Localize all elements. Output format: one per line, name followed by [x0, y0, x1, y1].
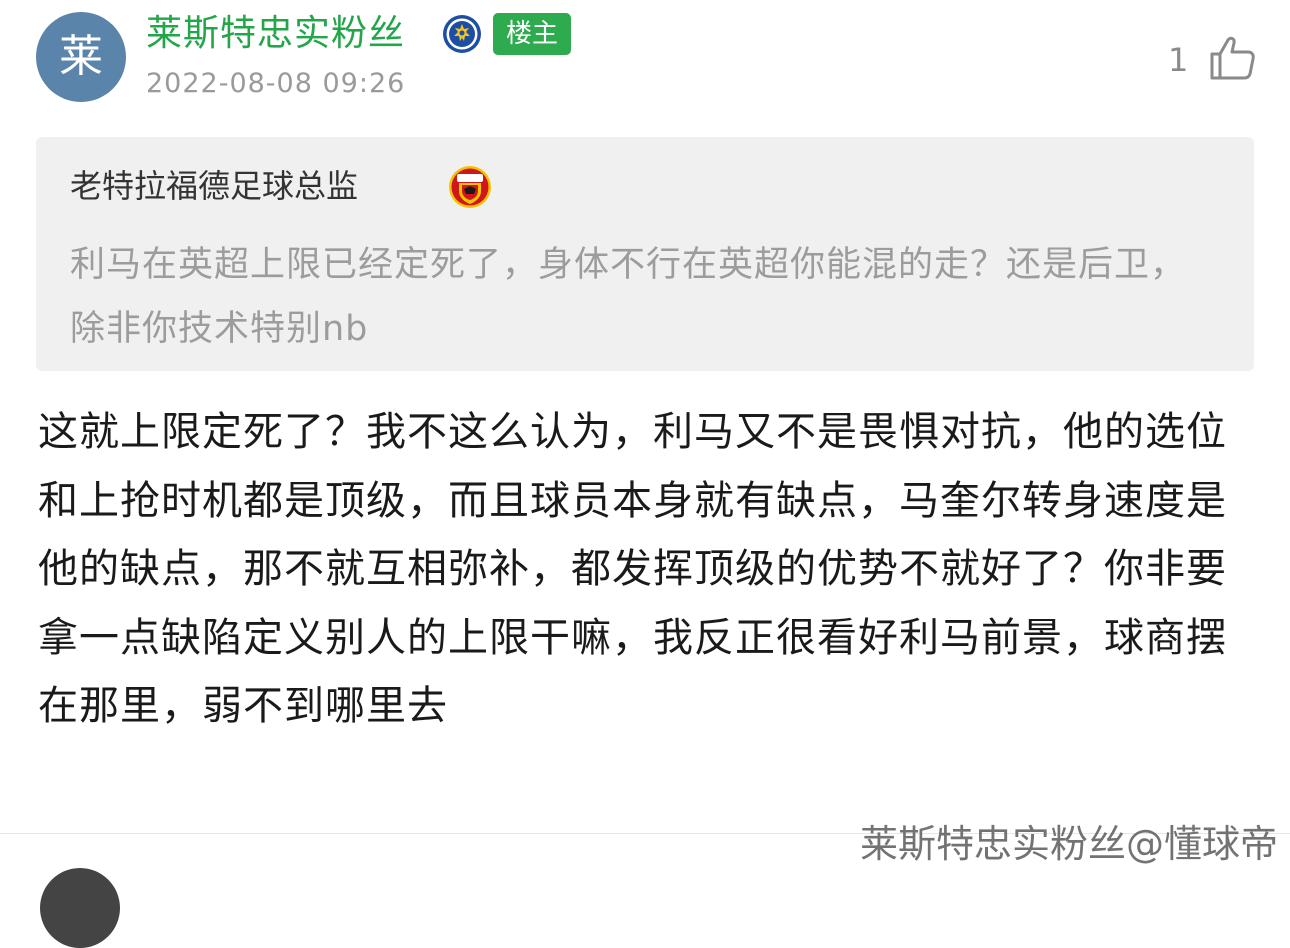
avatar[interactable]: 莱 [36, 12, 126, 102]
owner-badge: 楼主 [493, 13, 571, 55]
leicester-crest-icon [443, 15, 481, 53]
next-comment-avatar[interactable] [40, 868, 120, 948]
next-comment-username[interactable] [146, 866, 266, 896]
manchester-united-crest-icon [449, 166, 491, 208]
username[interactable]: 莱斯特忠实粉丝 [146, 10, 405, 58]
post-timestamp: 2022-08-08 09:26 [146, 68, 406, 99]
watermark: 莱斯特忠实粉丝@懂球帝 [859, 822, 1278, 866]
quoted-comment[interactable]: 老特拉福德足球总监 利马在英超上限已经定死了，身体不行在英超你能混的走？还是后卫… [36, 137, 1254, 371]
like-count: 1 [1168, 41, 1189, 79]
reply-text: 这就上限定死了？我不这么认为，利马又不是畏惧对抗，他的选位和上抢时机都是顶级，而… [38, 409, 1227, 729]
quote-author[interactable]: 老特拉福德足球总监 [70, 164, 358, 208]
thumbs-up-icon[interactable] [1206, 32, 1258, 84]
quote-text: 利马在英超上限已经定死了，身体不行在英超你能混的走？还是后卫，除非你技术特别nb [70, 245, 1187, 349]
